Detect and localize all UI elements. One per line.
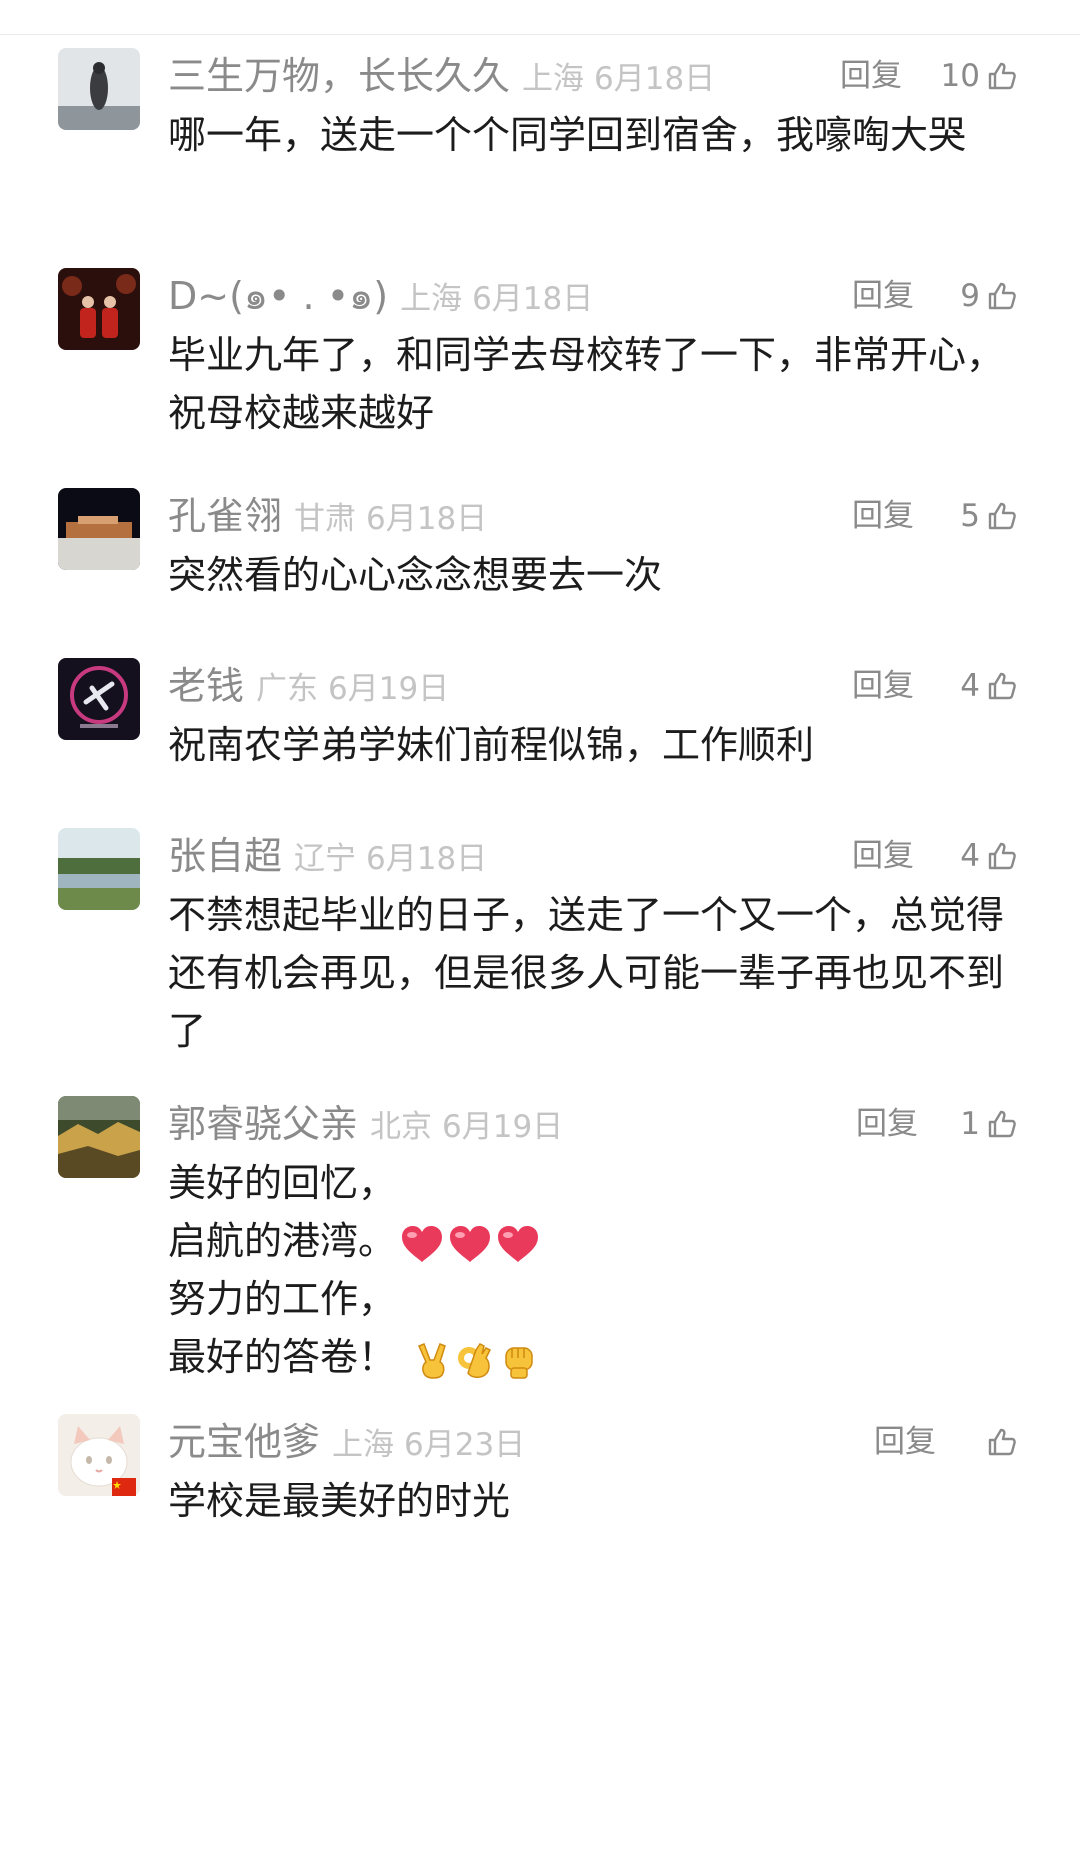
comment-text: 美好的回忆， 启航的港湾。 努力的工作， 最好的答卷！	[168, 1154, 1008, 1386]
thumbs-up-icon	[988, 842, 1016, 870]
text-line: 美好的回忆，	[168, 1161, 397, 1205]
avatar-image	[58, 268, 140, 350]
like-count: 9	[960, 278, 980, 314]
reply-button[interactable]: 回复	[852, 828, 914, 884]
avatar-image	[58, 1096, 140, 1178]
username[interactable]: 老钱	[168, 664, 244, 708]
text-line-with-emoji: 最好的答卷！	[168, 1328, 1008, 1386]
avatar[interactable]	[58, 48, 140, 130]
location-label: 甘肃	[294, 501, 357, 537]
like-count: 5	[960, 498, 980, 534]
like-count: 1	[960, 1106, 980, 1142]
date-label: 6月19日	[328, 671, 450, 707]
username[interactable]: 张自超	[168, 834, 282, 878]
text-line-with-emoji: 启航的港湾。	[168, 1212, 1008, 1270]
comment-text: 不禁想起毕业的日子，送走了一个又一个，总觉得还有机会再见，但是很多人可能一辈子再…	[168, 893, 1005, 1053]
thumbs-up-icon	[988, 1110, 1016, 1138]
like-button[interactable]: 10	[941, 48, 1018, 104]
thumbs-up-icon	[988, 672, 1016, 700]
like-button[interactable]: 5	[960, 488, 1018, 544]
comment-text: 祝南农学弟学妹们前程似锦，工作顺利	[168, 723, 815, 767]
avatar[interactable]	[58, 828, 140, 910]
china-flag-icon	[112, 1478, 136, 1496]
heart-emoji-group	[400, 1224, 540, 1264]
like-button[interactable]: 1	[960, 1096, 1018, 1152]
hand-emoji-group	[414, 1340, 538, 1380]
date-label: 6月18日	[366, 501, 488, 537]
date-label: 6月18日	[472, 281, 594, 317]
like-button[interactable]: 4	[960, 828, 1018, 884]
reply-button[interactable]: 回复	[852, 658, 914, 714]
comment-text: 突然看的心心念念想要去一次	[168, 553, 663, 597]
red-heart-icon	[450, 1225, 491, 1262]
avatar-image	[58, 658, 140, 740]
avatar-image	[58, 48, 140, 130]
reply-button[interactable]: 回复	[840, 48, 902, 104]
reply-button[interactable]: 回复	[856, 1096, 918, 1152]
reply-button[interactable]: 回复	[852, 488, 914, 544]
comment-header: 郭睿骁父亲 北京 6月19日	[168, 1096, 563, 1152]
comment-header: 元宝他爹 上海 6月23日	[168, 1414, 525, 1470]
comment-header: D~(๑• . •๑) 上海 6月18日	[168, 268, 593, 324]
text-line: 努力的工作，	[168, 1277, 397, 1321]
location-label: 上海	[332, 1427, 395, 1463]
victory-hand-icon	[418, 1342, 446, 1379]
comment-header: 孔雀翎 甘肃 6月18日	[168, 488, 487, 544]
avatar-image	[58, 828, 140, 910]
reply-button[interactable]: 回复	[874, 1414, 936, 1470]
raised-fist-icon	[505, 1346, 533, 1379]
avatar-image	[58, 488, 140, 570]
avatar[interactable]	[58, 488, 140, 570]
date-label: 6月19日	[442, 1109, 564, 1145]
username[interactable]: 郭睿骁父亲	[168, 1102, 358, 1146]
red-heart-icon	[498, 1225, 539, 1262]
date-label: 6月23日	[404, 1427, 526, 1463]
location-label: 辽宁	[294, 841, 357, 877]
comment-header: 三生万物，长长久久 上海 6月18日	[168, 48, 715, 104]
username[interactable]: D~(๑• . •๑)	[168, 274, 388, 318]
comment-text: 学校是最美好的时光	[168, 1479, 511, 1523]
reply-button[interactable]: 回复	[852, 268, 914, 324]
text-line: 最好的答卷！	[168, 1335, 397, 1379]
location-label: 上海	[522, 61, 585, 97]
avatar[interactable]	[58, 268, 140, 350]
text-line: 启航的港湾。	[168, 1219, 397, 1263]
like-count: 10	[940, 58, 980, 94]
thumbs-up-icon	[988, 62, 1016, 90]
date-label: 6月18日	[594, 61, 716, 97]
red-heart-icon	[402, 1225, 443, 1262]
location-label: 北京	[370, 1109, 433, 1145]
ok-hand-icon	[458, 1342, 492, 1378]
date-label: 6月18日	[366, 841, 488, 877]
comment-header: 张自超 辽宁 6月18日	[168, 828, 487, 884]
comment-header: 老钱 广东 6月19日	[168, 658, 449, 714]
avatar[interactable]	[58, 1096, 140, 1178]
location-label: 上海	[400, 281, 463, 317]
thumbs-up-icon	[988, 502, 1016, 530]
like-button[interactable]: 9	[960, 268, 1018, 324]
comment-text: 哪一年，送走一个个同学回到宿舍，我嚎啕大哭	[168, 113, 967, 157]
like-button[interactable]	[980, 1414, 1018, 1470]
username[interactable]: 元宝他爹	[168, 1420, 320, 1464]
location-label: 广东	[256, 671, 319, 707]
like-count: 4	[960, 668, 980, 704]
username[interactable]: 孔雀翎	[168, 494, 282, 538]
username[interactable]: 三生万物，长长久久	[168, 54, 510, 98]
top-divider	[0, 34, 1080, 35]
like-count: 4	[960, 838, 980, 874]
thumbs-up-icon	[988, 1428, 1016, 1456]
like-button[interactable]: 4	[960, 658, 1018, 714]
thumbs-up-icon	[988, 282, 1016, 310]
avatar[interactable]	[58, 658, 140, 740]
comment-text: 毕业九年了，和同学去母校转了一下，非常开心，祝母校越来越好	[168, 333, 1005, 435]
